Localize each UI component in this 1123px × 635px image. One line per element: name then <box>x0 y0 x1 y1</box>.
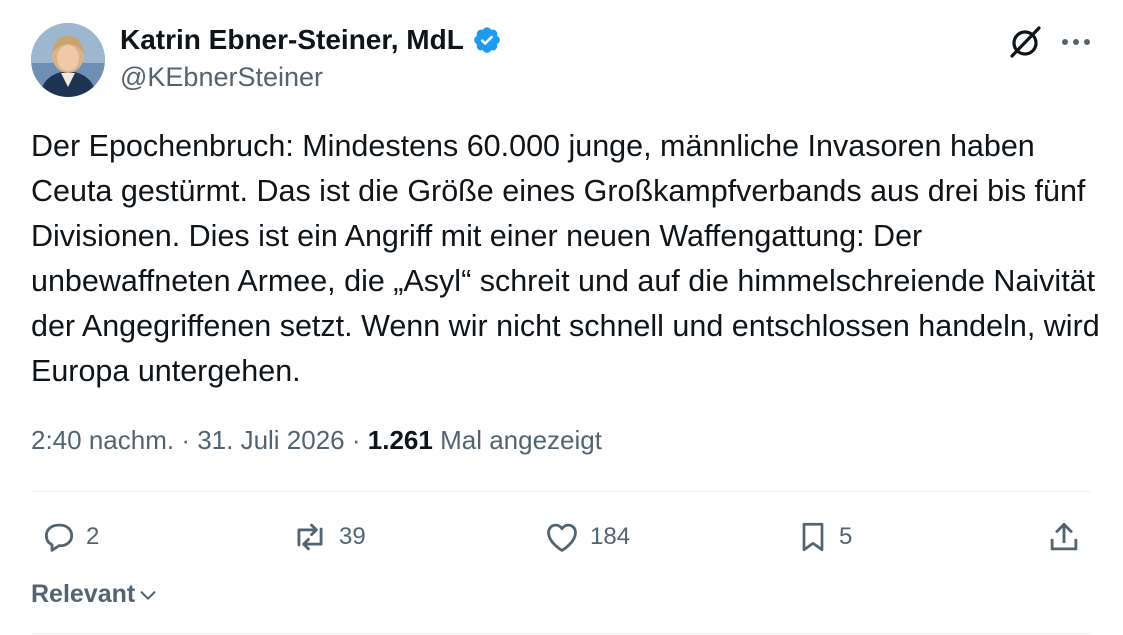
heart-icon <box>542 518 582 556</box>
tweet-meta: 2:40 nachm. · 31. Juli 2026 · 1.261 Mal … <box>31 425 602 456</box>
author-display-name[interactable]: Katrin Ebner-Steiner, MdL <box>120 24 464 56</box>
tweet-date[interactable]: 31. Juli 2026 <box>197 425 344 455</box>
meta-separator: · <box>174 425 198 455</box>
share-button[interactable] <box>1045 515 1083 559</box>
repost-icon <box>289 518 331 556</box>
reply-icon <box>40 518 78 556</box>
bookmark-button[interactable]: 5 <box>795 515 852 559</box>
repost-count: 39 <box>339 523 366 550</box>
divider <box>31 633 1092 634</box>
author-handle[interactable]: @KEbnerSteiner <box>120 62 323 93</box>
reply-button[interactable]: 2 <box>40 515 99 559</box>
bookmark-icon <box>795 517 831 557</box>
meta-separator: · <box>344 425 368 455</box>
tweet-time[interactable]: 2:40 nachm. <box>31 425 174 455</box>
sort-label: Relevant <box>31 580 136 608</box>
tweet-text: Der Epochenbruch: Mindestens 60.000 jung… <box>31 129 1100 388</box>
view-count: 1.261 <box>367 425 433 455</box>
author-name-row[interactable]: Katrin Ebner-Steiner, MdL <box>120 24 502 56</box>
repost-button[interactable]: 39 <box>289 515 366 559</box>
divider <box>31 491 1092 492</box>
sort-relevant-button[interactable]: Relevant <box>31 580 159 609</box>
avatar[interactable] <box>31 23 105 97</box>
bookmark-count: 5 <box>839 523 853 550</box>
like-button[interactable]: 184 <box>542 515 630 559</box>
grok-icon[interactable] <box>1005 22 1045 62</box>
more-icon[interactable] <box>1058 24 1094 60</box>
verified-badge-icon[interactable] <box>472 25 502 55</box>
chevron-down-icon <box>137 584 159 606</box>
reply-count: 2 <box>86 523 100 550</box>
share-icon <box>1045 517 1083 557</box>
like-count: 184 <box>590 523 631 550</box>
view-label: Mal angezeigt <box>440 425 602 455</box>
